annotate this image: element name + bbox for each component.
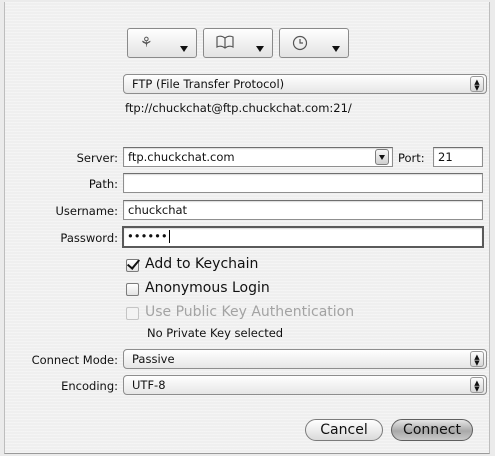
text-cursor [168,230,170,243]
protocol-select[interactable]: FTP (File Transfer Protocol) ▲ ▼ [123,74,487,94]
history-icon [292,35,310,51]
password-value: •••••• [127,229,168,243]
anonymous-login-checkbox[interactable] [126,283,139,296]
connection-sheet: ⚘ FTP (File Transfer Protocol) ▲ ▼ ftp://… [4,2,490,454]
username-field[interactable]: chuckchat [123,200,483,220]
username-value: chuckchat [128,203,188,217]
connect-mode-select[interactable]: Passive ▲ ▼ [123,349,487,369]
history-menu-button[interactable] [279,28,349,58]
bonjour-menu-button[interactable]: ⚘ [127,28,197,58]
connect-mode-selected-value: Passive [132,352,175,366]
port-field[interactable]: 21 [433,147,483,167]
password-field[interactable]: •••••• [122,226,484,248]
bookmarks-icon [216,35,234,51]
add-to-keychain-label[interactable]: Add to Keychain [145,256,258,272]
path-field[interactable] [123,173,483,193]
server-history-button[interactable] [375,149,389,165]
connection-url: ftp://chuckchat@ftp.chuckchat.com:21/ [125,101,352,115]
protocol-selected-value: FTP (File Transfer Protocol) [132,77,285,91]
public-key-auth-checkbox [126,307,139,320]
server-field[interactable]: ftp.chuckchat.com [123,147,393,167]
connect-button[interactable]: Connect [391,419,473,441]
dropdown-arrow-icon [180,46,188,52]
chevron-down-icon [379,155,385,160]
popup-arrows-icon: ▲ ▼ [470,76,484,92]
encoding-label: Encoding: [61,379,118,393]
public-key-auth-label: Use Public Key Authentication [145,304,355,320]
encoding-select[interactable]: UTF-8 ▲ ▼ [123,375,487,395]
connect-mode-label: Connect Mode: [31,353,118,367]
cancel-button[interactable]: Cancel [305,419,383,441]
encoding-selected-value: UTF-8 [132,378,166,392]
port-label: Port: [398,151,425,165]
popup-arrows-icon: ▲ ▼ [470,377,484,393]
server-value: ftp.chuckchat.com [128,150,235,164]
password-label: Password: [60,231,118,245]
anonymous-login-label[interactable]: Anonymous Login [145,280,270,296]
popup-arrows-icon: ▲ ▼ [470,351,484,367]
dropdown-arrow-icon [256,46,264,52]
username-label: Username: [55,204,119,218]
dropdown-arrow-icon [332,46,340,52]
server-label: Server: [76,151,118,165]
port-value: 21 [438,150,453,164]
private-key-status: No Private Key selected [147,326,284,340]
bookmarks-menu-button[interactable] [203,28,273,58]
add-to-keychain-checkbox[interactable] [126,259,139,272]
path-label: Path: [88,177,118,191]
bonjour-icon: ⚘ [140,35,153,51]
